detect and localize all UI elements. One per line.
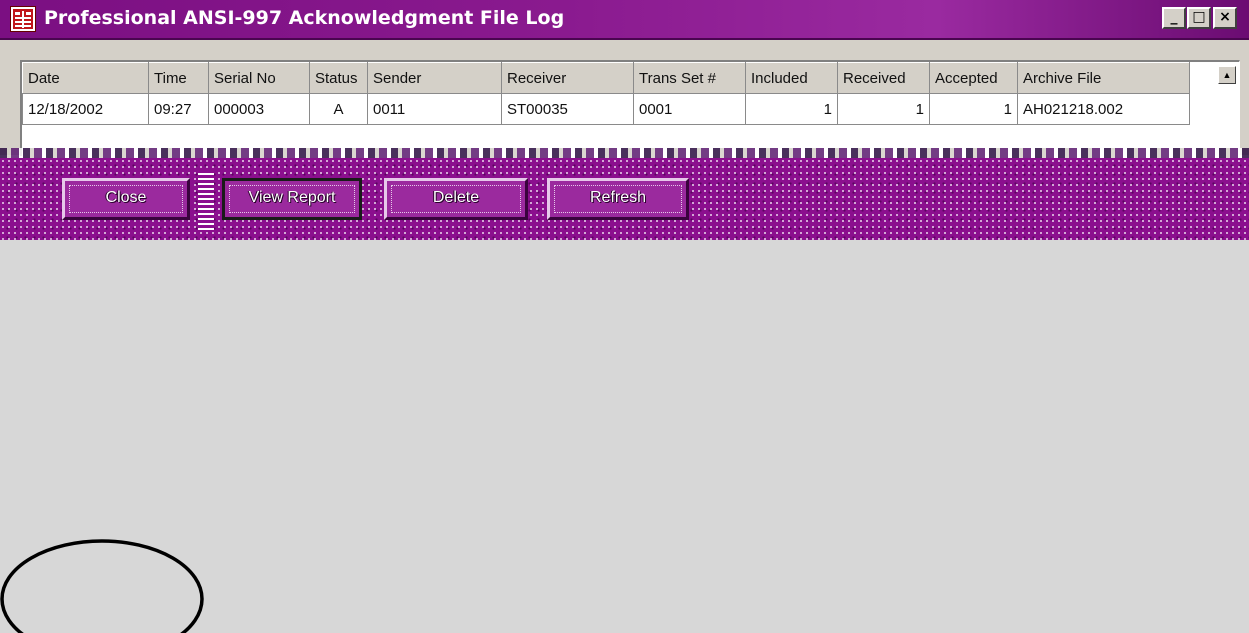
column-header-date[interactable]: Date	[22, 62, 149, 94]
circle-annotation-icon	[0, 539, 204, 633]
cell-accepted[interactable]: 1	[929, 93, 1018, 125]
view-report-button[interactable]: View Report	[222, 178, 362, 220]
column-header-time[interactable]: Time	[148, 62, 209, 94]
cell-included[interactable]: 1	[745, 93, 838, 125]
cell-trans-set[interactable]: 0001	[633, 93, 746, 125]
close-window-button[interactable]: ×	[1213, 7, 1237, 29]
cell-time[interactable]: 09:27	[148, 93, 209, 125]
button-separator	[198, 172, 214, 230]
minimize-button[interactable]: _	[1162, 7, 1186, 29]
window-title: Professional ANSI-997 Acknowledgment Fil…	[44, 7, 565, 29]
column-header-receiver[interactable]: Receiver	[501, 62, 634, 94]
column-header-included[interactable]: Included	[745, 62, 838, 94]
rendering-artifact-strip	[0, 148, 1249, 158]
scroll-up-icon[interactable]: ▲	[1218, 66, 1236, 84]
button-bar: Close View Report Delete Refresh	[0, 158, 1249, 240]
cell-serial-no[interactable]: 000003	[208, 93, 310, 125]
column-header-received[interactable]: Received	[837, 62, 930, 94]
cell-sender[interactable]: 0011	[367, 93, 502, 125]
column-header-sender[interactable]: Sender	[367, 62, 502, 94]
delete-button[interactable]: Delete	[384, 178, 528, 220]
header-row: Date Time Serial No Status Sender Receiv…	[22, 62, 1190, 94]
cell-date[interactable]: 12/18/2002	[22, 93, 149, 125]
grid-area: Date Time Serial No Status Sender Receiv…	[0, 40, 1249, 158]
acknowledgment-grid[interactable]: Date Time Serial No Status Sender Receiv…	[20, 60, 1240, 156]
close-button[interactable]: Close	[62, 178, 190, 220]
application-window: Professional ANSI-997 Acknowledgment Fil…	[0, 0, 1249, 633]
app-icon[interactable]	[10, 6, 36, 32]
column-header-archive-file[interactable]: Archive File	[1017, 62, 1190, 94]
maximize-button[interactable]: □	[1187, 7, 1211, 29]
cell-received[interactable]: 1	[837, 93, 930, 125]
cell-status[interactable]: A	[309, 93, 368, 125]
cell-receiver[interactable]: ST00035	[501, 93, 634, 125]
table-row[interactable]: 12/18/2002 09:27 000003 A 0011 ST00035 0…	[22, 93, 1190, 125]
cell-archive-file[interactable]: AH021218.002	[1017, 93, 1190, 125]
log-table: Date Time Serial No Status Sender Receiv…	[22, 62, 1190, 125]
column-header-status[interactable]: Status	[309, 62, 368, 94]
refresh-button[interactable]: Refresh	[547, 178, 689, 220]
column-header-serial-no[interactable]: Serial No	[208, 62, 310, 94]
title-bar[interactable]: Professional ANSI-997 Acknowledgment Fil…	[0, 0, 1249, 40]
column-header-trans-set[interactable]: Trans Set #	[633, 62, 746, 94]
column-header-accepted[interactable]: Accepted	[929, 62, 1018, 94]
